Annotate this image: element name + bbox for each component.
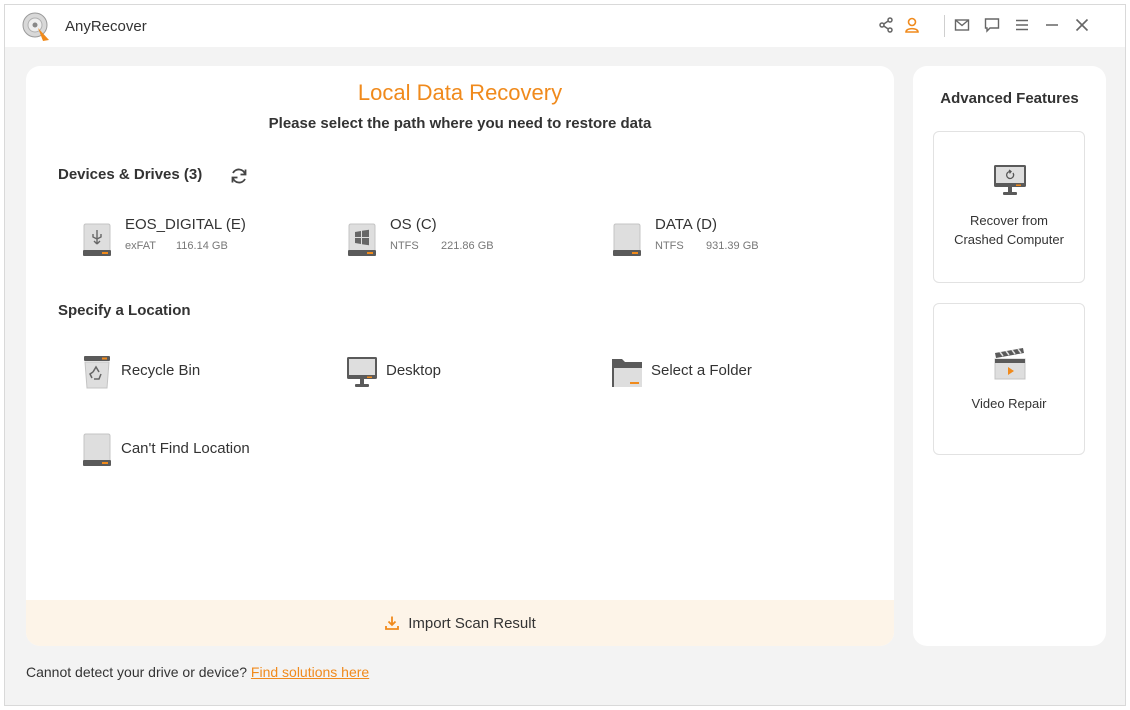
location-cant-find[interactable]: Can't Find Location (80, 432, 300, 468)
drive-filesystem: NTFS (390, 240, 419, 252)
location-label: Can't Find Location (121, 440, 250, 457)
drive-name: DATA (D) (655, 216, 717, 233)
download-icon (385, 616, 400, 630)
feature-label-line1: Recover from (969, 213, 1049, 228)
recycle-bin-icon (84, 356, 110, 389)
drive-eos-digital[interactable]: EOS_DIGITAL (E) exFAT 116.14 GB (80, 216, 300, 260)
find-solutions-link[interactable]: Find solutions here (251, 664, 369, 680)
mail-icon[interactable] (951, 14, 973, 36)
windows-drive-icon (348, 223, 376, 256)
drive-name: OS (C) (390, 216, 437, 233)
drive-filesystem: exFAT (125, 240, 156, 252)
crashed-computer-icon (994, 165, 1026, 195)
clapperboard-icon (994, 348, 1026, 380)
refresh-icon[interactable] (229, 166, 249, 186)
unknown-drive-icon (83, 433, 111, 466)
advanced-features-panel: Advanced Features Recover from Crashed C… (913, 66, 1106, 646)
hard-drive-icon (613, 223, 641, 256)
share-icon[interactable] (875, 14, 897, 36)
drive-filesystem: NTFS (655, 240, 684, 252)
feedback-icon[interactable] (981, 14, 1003, 36)
location-desktop[interactable]: Desktop (345, 354, 545, 390)
footer-help: Cannot detect your drive or device? Find… (26, 664, 369, 680)
feature-label-line2: Crashed Computer (954, 232, 1064, 247)
location-label: Desktop (386, 362, 442, 379)
drive-size: 221.86 GB (441, 240, 494, 252)
import-scan-result-button[interactable]: Import Scan Result (26, 600, 894, 646)
drive-os[interactable]: OS (C) NTFS 221.86 GB (345, 216, 565, 260)
devices-section-title: Devices & Drives (3) (58, 166, 203, 183)
video-repair-button[interactable]: Video Repair (933, 303, 1085, 455)
page-title: Local Data Recovery (357, 80, 563, 105)
feature-label-line1: Video Repair (971, 396, 1047, 411)
user-icon[interactable] (901, 14, 923, 36)
usb-drive-icon (83, 223, 111, 256)
folder-icon (612, 359, 642, 387)
app-window: AnyRecover Local Data Recovery Please se… (4, 4, 1126, 706)
location-recycle-bin[interactable]: Recycle Bin (80, 354, 280, 390)
drive-data[interactable]: DATA (D) NTFS 931.39 GB (610, 216, 830, 260)
titlebar-separator (944, 15, 945, 37)
footer-text: Cannot detect your drive or device? (26, 664, 248, 680)
drive-size: 116.14 GB (176, 240, 228, 252)
drive-name: EOS_DIGITAL (E) (125, 216, 246, 233)
app-logo-icon (22, 12, 49, 41)
title-bar: AnyRecover (5, 5, 1125, 47)
drive-size: 931.39 GB (706, 240, 759, 252)
menu-icon[interactable] (1011, 14, 1033, 36)
import-scan-result-label: Import Scan Result (408, 614, 536, 632)
close-icon[interactable] (1071, 14, 1093, 36)
location-label: Recycle Bin (121, 362, 201, 379)
advanced-features-title: Advanced Features (940, 90, 1079, 107)
app-title: AnyRecover (65, 18, 147, 35)
location-label: Select a Folder (651, 362, 752, 379)
recover-crashed-computer-button[interactable]: Recover from Crashed Computer (933, 131, 1085, 283)
location-section-title: Specify a Location (58, 302, 191, 319)
page-subtitle: Please select the path where you need to… (268, 115, 652, 132)
local-data-recovery-panel: Local Data Recovery Please select the pa… (26, 66, 894, 646)
minimize-icon[interactable] (1041, 14, 1063, 36)
location-select-folder[interactable]: Select a Folder (610, 354, 810, 390)
desktop-icon (347, 357, 377, 387)
